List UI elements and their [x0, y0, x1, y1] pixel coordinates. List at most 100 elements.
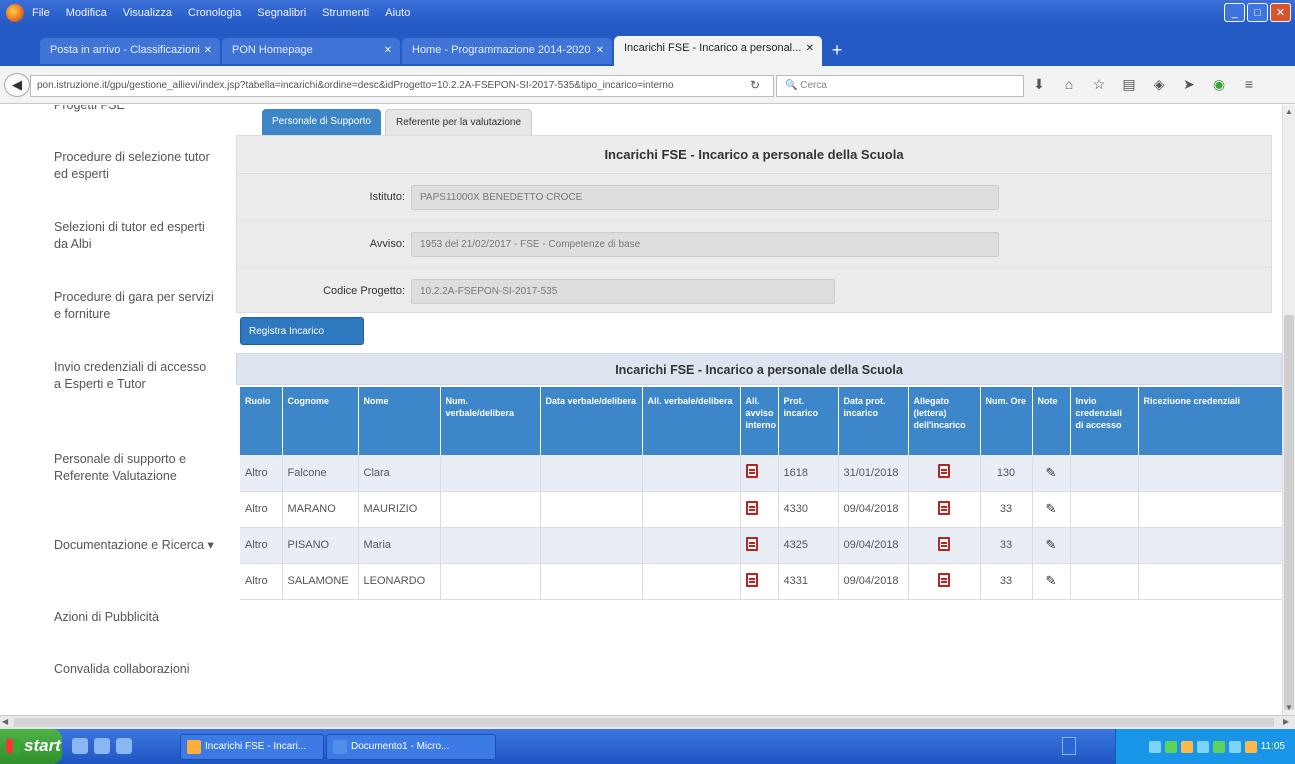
new-tab-icon[interactable]: + — [826, 41, 848, 60]
addon-icon[interactable]: ◉ — [1210, 76, 1228, 93]
menu-segnalibri[interactable]: Segnalibri — [257, 7, 306, 19]
volume-icon[interactable] — [1196, 740, 1209, 753]
cell-invio-credenziali — [1070, 491, 1139, 528]
sidebar-item-procedure-gara[interactable]: Procedure di gara per servizi e fornitur… — [54, 289, 214, 323]
close-window-icon[interactable]: ✕ — [1270, 3, 1291, 22]
column-header-note[interactable]: Note — [1032, 387, 1071, 455]
pdf-icon[interactable] — [745, 536, 758, 551]
show-desktop-icon[interactable] — [1062, 737, 1076, 755]
desktop-icon[interactable] — [116, 738, 132, 754]
column-header-prot-incarico[interactable]: Prot. incarico — [778, 387, 839, 455]
taskbar-item-word[interactable]: Documento1 - Micro... — [326, 734, 496, 760]
edit-pencil-icon[interactable]: ✎ — [1046, 501, 1057, 517]
sidebar-item-personale-supporto[interactable]: Personale di supporto e Referente Valuta… — [54, 451, 214, 485]
cell-ricezione-credenziali — [1138, 563, 1282, 600]
column-header-num-ore[interactable]: Num. Ore — [980, 387, 1033, 455]
column-header-data-verbale[interactable]: Data verbale/delibera — [540, 387, 643, 455]
reload-icon[interactable]: ↻ — [750, 78, 760, 92]
vertical-scrollbar[interactable]: ▲ ▼ — [1282, 105, 1295, 715]
browser-tab-pon-homepage[interactable]: PON Homepage ✕ — [222, 38, 400, 64]
menu-file[interactable]: File — [32, 7, 50, 19]
antivirus-icon[interactable] — [1164, 740, 1177, 753]
menu-cronologia[interactable]: Cronologia — [188, 7, 241, 19]
menu-modifica[interactable]: Modifica — [66, 7, 107, 19]
edit-pencil-icon[interactable]: ✎ — [1046, 573, 1057, 589]
sidebar-item-procedure-selezione[interactable]: Procedure di selezione tutor ed esperti — [54, 149, 214, 183]
network-icon[interactable] — [1148, 740, 1161, 753]
column-header-ricezione-credenziali[interactable]: Riceziuone credenziali — [1138, 387, 1282, 455]
form-title: Incarichi FSE - Incarico a personale del… — [237, 136, 1271, 174]
ie-icon[interactable] — [72, 738, 88, 754]
browser-tab-mail[interactable]: Posta in arrivo - Classificazioni ✕ — [40, 38, 220, 64]
sidebar-item-invio-credenziali[interactable]: Invio credenziali di accesso a Esperti e… — [54, 359, 214, 393]
home-icon[interactable]: ⌂ — [1060, 76, 1078, 93]
sidebar-item-selezioni-albi[interactable]: Selezioni di tutor ed esperti da Albi — [54, 219, 214, 253]
download-icon[interactable]: ⬇ — [1030, 76, 1048, 93]
bookmarks-list-icon[interactable]: ▤ — [1120, 76, 1138, 93]
scroll-down-icon[interactable]: ▼ — [1284, 703, 1294, 713]
scrollbar-thumb[interactable] — [1284, 315, 1294, 710]
column-header-data-prot[interactable]: Data prot. incarico — [838, 387, 909, 455]
scroll-right-icon[interactable]: ▶ — [1283, 717, 1293, 726]
sidebar-item-progetti-fse[interactable]: Progetti FSE — [54, 105, 214, 114]
avviso-field[interactable]: 1953 del 21/02/2017 - FSE - Competenze d… — [411, 232, 999, 257]
edit-pencil-icon[interactable]: ✎ — [1046, 465, 1057, 481]
column-header-allegato-incarico[interactable]: Allegato (lettera) dell'incarico — [908, 387, 981, 455]
send-icon[interactable]: ➤ — [1180, 76, 1198, 93]
maximize-icon[interactable]: □ — [1247, 3, 1268, 22]
sidebar-item-pubblicita[interactable]: Azioni di Pubblicità — [54, 609, 214, 626]
menu-strumenti[interactable]: Strumenti — [322, 7, 369, 19]
column-header-ruolo[interactable]: Ruolo — [240, 387, 283, 455]
edit-pencil-icon[interactable]: ✎ — [1046, 537, 1057, 553]
url-bar[interactable]: pon.istruzione.it/gpu/gestione_allievi/i… — [30, 75, 774, 97]
pdf-icon[interactable] — [745, 464, 758, 479]
codice-progetto-field[interactable]: 10.2.2A-FSEPON-SI-2017-535 — [411, 279, 835, 304]
bookmark-star-icon[interactable]: ☆ — [1090, 76, 1108, 93]
quick-launch — [72, 738, 132, 754]
pdf-icon[interactable] — [938, 572, 950, 587]
pdf-icon[interactable] — [745, 572, 758, 587]
hamburger-menu-icon[interactable]: ≡ — [1240, 76, 1258, 93]
sidebar-item-documentazione[interactable]: Documentazione e Ricerca ▾ — [54, 537, 214, 554]
start-button[interactable]: start — [0, 729, 62, 764]
pdf-icon[interactable] — [938, 464, 950, 479]
close-tab-icon[interactable]: ✕ — [204, 45, 212, 56]
minimize-icon[interactable]: _ — [1224, 3, 1245, 22]
scroll-left-icon[interactable]: ◀ — [2, 717, 12, 726]
menu-aiuto[interactable]: Aiuto — [385, 7, 410, 19]
scroll-up-icon[interactable]: ▲ — [1284, 107, 1294, 117]
column-header-cognome[interactable]: Cognome — [282, 387, 359, 455]
registra-incarico-button[interactable]: Registra Incarico — [240, 317, 364, 345]
pdf-icon[interactable] — [938, 536, 950, 551]
media-icon[interactable] — [94, 738, 110, 754]
language-icon[interactable] — [1228, 740, 1241, 753]
istituto-field[interactable]: PAPS11000X BENEDETTO CROCE — [411, 185, 999, 210]
pocket-icon[interactable]: ◈ — [1150, 76, 1168, 93]
sidebar-item-convalida[interactable]: Convalida collaborazioni — [54, 661, 214, 678]
pdf-icon[interactable] — [938, 500, 950, 515]
horizontal-scrollbar-thumb[interactable] — [14, 718, 1274, 727]
taskbar-item-firefox[interactable]: Incarichi FSE - Incari... — [180, 734, 324, 760]
browser-tab-incarichi[interactable]: Incarichi FSE - Incarico a personal... ✕ — [614, 36, 822, 66]
close-tab-icon[interactable]: ✕ — [384, 45, 392, 56]
close-tab-icon[interactable]: ✕ — [806, 43, 814, 54]
tray-app-icon[interactable] — [1244, 740, 1257, 753]
browser-tab-programmazione[interactable]: Home - Programmazione 2014-2020 ✕ — [402, 38, 612, 64]
security-icon[interactable] — [1212, 740, 1225, 753]
codice-progetto-label: Codice Progetto: — [323, 285, 405, 297]
column-header-num-verbale[interactable]: Num. verbale/delibera — [440, 387, 541, 455]
back-arrow-icon[interactable]: ◀ — [4, 73, 30, 97]
tab-referente-valutazione[interactable]: Referente per la valutazione — [384, 109, 533, 135]
update-icon[interactable] — [1180, 740, 1193, 753]
pdf-icon[interactable] — [745, 500, 758, 515]
search-input[interactable]: 🔍 Cerca — [776, 75, 1024, 97]
tab-personale-supporto[interactable]: Personale di Supporto — [262, 109, 381, 135]
cell-all-verbale — [642, 491, 741, 528]
close-tab-icon[interactable]: ✕ — [596, 45, 604, 56]
column-header-all-verbale[interactable]: All. verbale/delibera — [642, 387, 741, 455]
column-header-nome[interactable]: Nome — [358, 387, 441, 455]
column-header-all-avviso[interactable]: All. avviso interno — [740, 387, 779, 455]
horizontal-scrollbar[interactable]: ◀ ▶ — [0, 715, 1295, 729]
column-header-invio-credenziali[interactable]: Invio credenziali di accesso — [1070, 387, 1139, 455]
menu-visualizza[interactable]: Visualizza — [123, 7, 172, 19]
